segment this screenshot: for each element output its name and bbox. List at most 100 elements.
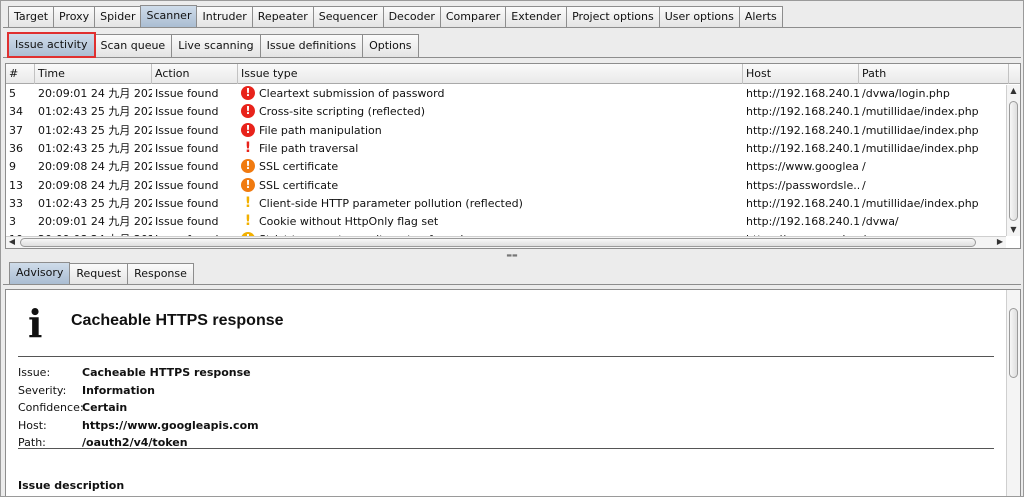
severity-high-icon: ! — [241, 122, 255, 137]
tab-comparer[interactable]: Comparer — [439, 6, 507, 27]
column-header-action[interactable]: Action — [152, 64, 238, 84]
table-vertical-scrollbar[interactable]: ▲ ▼ — [1006, 85, 1020, 236]
tab-scanner[interactable]: Scanner — [140, 5, 198, 27]
cell-time: 01:02:43 25 九月 2020 — [38, 123, 152, 137]
issue-type-text: Cleartext submission of password — [259, 87, 445, 100]
table-row[interactable]: 34 01:02:43 25 九月 2020 Issue found! Cross-s… — [6, 103, 1006, 121]
tab-decoder[interactable]: Decoder — [382, 6, 441, 27]
burp-window: Target Proxy Spider Scanner Intruder Repeater… — [0, 0, 1024, 497]
cell-time: 20:09:08 24 九月 2020 — [38, 160, 152, 174]
info-icon: i — [28, 301, 43, 346]
advisory-vertical-scrollbar[interactable] — [1006, 290, 1020, 496]
subtab-issue-activity[interactable]: Issue activity — [7, 32, 96, 58]
issue-type-text: Cookie without HttpOnly flag set — [259, 215, 439, 229]
column-header-time[interactable]: Time — [35, 64, 152, 84]
table-row[interactable]: 3 20:09:01 24 九月 2020 Issue found! Cookie w… — [6, 213, 1006, 231]
tab-sequencer[interactable]: Sequencer — [312, 6, 384, 27]
tab-proxy[interactable]: Proxy — [53, 6, 96, 27]
column-header-num[interactable]: # — [6, 64, 35, 84]
scanner-sub-tab-bar: Issue activity Scan queue Live scanning Iss… — [7, 32, 419, 58]
issue-type-text: File path traversal — [259, 141, 359, 155]
detail-label: Severity: — [18, 383, 67, 397]
cell-host: http://192.168.240.178 — [746, 196, 859, 210]
issue-type-text: SSL certificate — [259, 160, 339, 174]
issue-activity-table: # Time Action Issue type Host Path 5 20:09:01 … — [5, 63, 1021, 249]
cell-path: /dvwa/ — [862, 215, 899, 229]
detail-tab-response[interactable]: Response — [127, 263, 194, 284]
cell-host: https://passwordsle... — [746, 178, 859, 192]
table-scroll-thumb[interactable] — [1009, 101, 1018, 221]
table-horizontal-scrollbar[interactable]: ◀ ▶ — [6, 236, 1006, 248]
table-row[interactable]: 36 01:02:43 25 九月 2020 Issue found! File pa… — [6, 140, 1006, 158]
cell-action: Issue found — [155, 87, 219, 100]
advisory-scroll-thumb[interactable] — [1009, 308, 1018, 378]
tab-repeater[interactable]: Repeater — [251, 6, 314, 27]
cell-issue: ! Cookie without HttpOnly flag set — [238, 213, 743, 231]
issue-type-text: Cross-site scripting (reflected) — [259, 105, 426, 119]
subtab-scan-queue[interactable]: Scan queue — [93, 34, 173, 57]
scroll-down-icon[interactable]: ▼ — [1007, 224, 1020, 236]
subtab-issue-definitions[interactable]: Issue definitions — [259, 34, 364, 57]
cell-path: /mutillidae/index.php — [862, 105, 979, 119]
main-tab-rule — [3, 27, 1021, 28]
subtab-live-scanning[interactable]: Live scanning — [171, 34, 261, 57]
cell-num: 3 — [9, 215, 16, 229]
scroll-right-icon[interactable]: ▶ — [994, 237, 1006, 247]
table-row[interactable]: 5 20:09:01 24 九月 2020 Issue found! Cleartex… — [6, 85, 1006, 103]
table-row[interactable]: 13 20:09:08 24 九月 2020 Issue found! SSL cer… — [6, 177, 1006, 195]
cell-num: 33 — [9, 196, 23, 210]
detail-label: Confidence: — [18, 401, 84, 414]
cell-issue: ! File path manipulation — [238, 122, 743, 140]
table-row[interactable]: 37 01:02:43 25 九月 2020 Issue found! File pa… — [6, 122, 1006, 140]
severity-low-icon: ! — [244, 213, 252, 230]
tab-spider[interactable]: Spider — [94, 6, 142, 27]
cell-issue: ! File path traversal — [238, 140, 743, 158]
severity-high-icon: ! — [241, 104, 255, 119]
cell-host: http://192.168.240.178 — [746, 215, 859, 229]
cell-action: Issue found — [155, 141, 219, 155]
cell-host: http://192.168.240.178 — [746, 87, 859, 100]
table-hscroll-thumb[interactable] — [20, 238, 976, 247]
advisory-divider-2 — [18, 448, 994, 449]
column-header-host[interactable]: Host — [743, 64, 859, 84]
severity-high-tentative-icon: ! — [244, 139, 252, 156]
column-header-path[interactable]: Path — [859, 64, 1009, 84]
tab-project-options[interactable]: Project options — [566, 6, 660, 27]
cell-time: 01:02:43 25 九月 2020 — [38, 141, 152, 155]
cell-action: Issue found — [155, 196, 219, 210]
cell-action: Issue found — [155, 160, 219, 174]
tab-alerts[interactable]: Alerts — [738, 6, 783, 27]
table-body: 5 20:09:01 24 九月 2020 Issue found! Cleartex… — [6, 85, 1006, 237]
tab-extender[interactable]: Extender — [505, 6, 568, 27]
cell-path: /mutillidae/index.php — [862, 141, 979, 155]
cell-host: http://192.168.240.178 — [746, 105, 859, 119]
tab-user-options[interactable]: User options — [658, 6, 740, 27]
cell-path: / — [862, 160, 866, 174]
subtab-options[interactable]: Options — [362, 34, 419, 57]
cell-num: 36 — [9, 141, 23, 155]
detail-tab-advisory[interactable]: Advisory — [9, 262, 71, 284]
tab-intruder[interactable]: Intruder — [196, 6, 253, 27]
detail-value: Certain — [82, 401, 128, 414]
cell-time: 20:09:01 24 九月 2020 — [38, 215, 152, 229]
column-header-issue-type[interactable]: Issue type — [238, 64, 743, 84]
advisory-title: Cacheable HTTPS response — [71, 312, 284, 329]
table-row[interactable]: 9 20:09:08 24 九月 2020 Issue found! SSL cert… — [6, 158, 1006, 176]
cell-time: 20:09:08 24 九月 2020 — [38, 178, 152, 192]
cell-action: Issue found — [155, 215, 219, 229]
cell-time: 01:02:43 25 九月 2020 — [38, 196, 152, 210]
detail-tab-rule — [3, 284, 1021, 285]
detail-label: Host: — [18, 418, 47, 432]
detail-tab-request[interactable]: Request — [69, 263, 129, 284]
scroll-left-icon[interactable]: ◀ — [6, 237, 18, 247]
issue-type-text: Client-side HTTP parameter pollution (re… — [259, 196, 523, 210]
pane-splitter[interactable]: ▬▬ — [1, 253, 1023, 259]
cell-host: http://192.168.240.178 — [746, 123, 859, 137]
table-row[interactable]: 33 01:02:43 25 九月 2020 Issue found! Client-… — [6, 195, 1006, 213]
cell-issue: ! SSL certificate — [238, 158, 743, 176]
scroll-up-icon[interactable]: ▲ — [1007, 85, 1020, 97]
cell-action: Issue found — [155, 123, 219, 137]
tab-target[interactable]: Target — [8, 6, 55, 27]
detail-value: Cacheable HTTPS response — [82, 366, 251, 379]
severity-high-icon: ! — [241, 86, 255, 100]
